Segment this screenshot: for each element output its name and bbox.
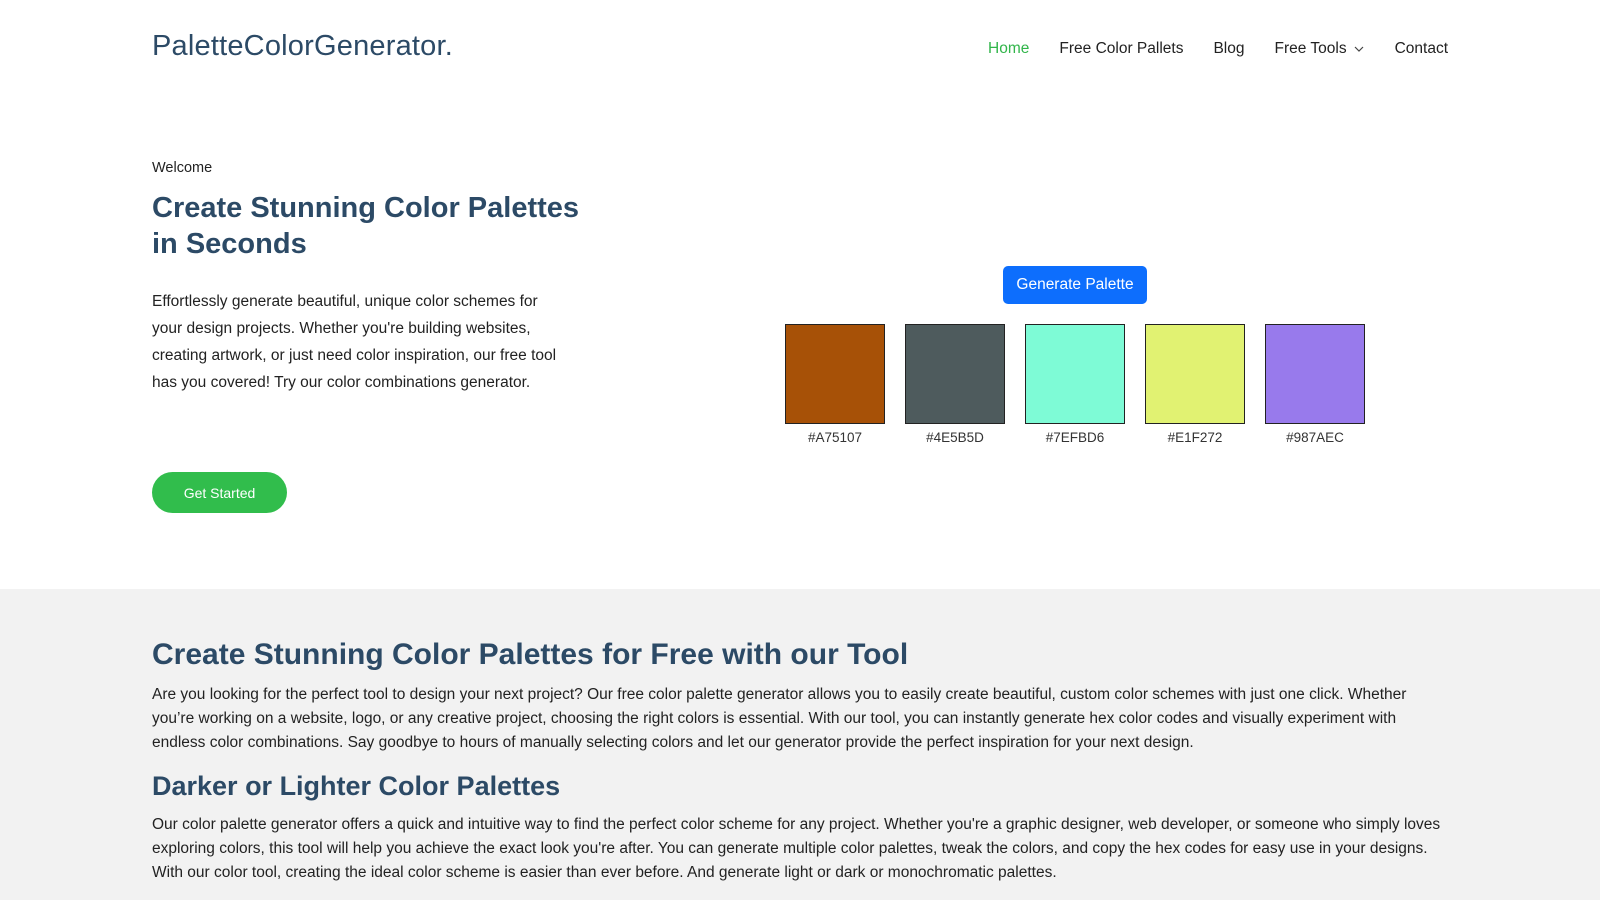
site-header: PaletteColorGenerator. Home Free Color P… xyxy=(0,0,1600,100)
hero-title-line-2: in Seconds xyxy=(152,228,307,260)
info-heading: Create Stunning Color Palettes for Free … xyxy=(152,638,909,671)
info-paragraph-1: Are you looking for the perfect tool to … xyxy=(152,686,1407,751)
swatch-hex-label[interactable]: #E1F272 xyxy=(1145,430,1245,445)
welcome-label: Welcome xyxy=(152,160,213,176)
swatch-item: #987AEC xyxy=(1265,324,1365,445)
info-section: Create Stunning Color Palettes for Free … xyxy=(0,589,1600,900)
palette-swatches: #A75107 #4E5B5D #7EFBD6 #E1F272 #987AEC xyxy=(785,324,1385,445)
nav-free-tools-label: Free Tools xyxy=(1274,40,1347,57)
info-content: Create Stunning Color Palettes for Free … xyxy=(152,637,1452,885)
color-swatch[interactable] xyxy=(1025,324,1125,424)
nav-home[interactable]: Home xyxy=(988,40,1029,58)
site-logo[interactable]: PaletteColorGenerator. xyxy=(152,30,453,63)
color-swatch[interactable] xyxy=(785,324,885,424)
hero-title-line-1: Create Stunning Color Palettes xyxy=(152,192,580,224)
nav-blog[interactable]: Blog xyxy=(1213,40,1244,58)
darker-lighter-heading: Darker or Lighter Color Palettes xyxy=(152,771,561,801)
swatch-item: #7EFBD6 xyxy=(1025,324,1125,445)
color-swatch[interactable] xyxy=(1265,324,1365,424)
generate-palette-button[interactable]: Generate Palette xyxy=(1003,266,1147,304)
swatch-hex-label[interactable]: #A75107 xyxy=(785,430,885,445)
swatch-item: #A75107 xyxy=(785,324,885,445)
swatch-hex-label[interactable]: #7EFBD6 xyxy=(1025,430,1125,445)
swatch-hex-label[interactable]: #4E5B5D xyxy=(905,430,1005,445)
color-swatch[interactable] xyxy=(905,324,1005,424)
swatch-item: #4E5B5D xyxy=(905,324,1005,445)
info-paragraph-2: Our color palette generator offers a qui… xyxy=(152,816,1441,881)
hero-description: Effortlessly generate beautiful, unique … xyxy=(152,293,557,391)
nav-contact[interactable]: Contact xyxy=(1395,40,1448,58)
hero-section: Welcome Create Stunning Color Palettes i… xyxy=(152,160,582,396)
get-started-button[interactable]: Get Started xyxy=(152,472,287,513)
main-nav: Home Free Color Pallets Blog Free Tools … xyxy=(958,40,1448,58)
nav-free-color-pallets[interactable]: Free Color Pallets xyxy=(1059,40,1183,58)
nav-free-tools[interactable]: Free Tools xyxy=(1274,40,1364,58)
swatch-item: #E1F272 xyxy=(1145,324,1245,445)
color-swatch[interactable] xyxy=(1145,324,1245,424)
swatch-hex-label[interactable]: #987AEC xyxy=(1265,430,1365,445)
hero-title: Create Stunning Color Palettes in Second… xyxy=(152,190,582,262)
chevron-down-icon xyxy=(1354,46,1364,52)
